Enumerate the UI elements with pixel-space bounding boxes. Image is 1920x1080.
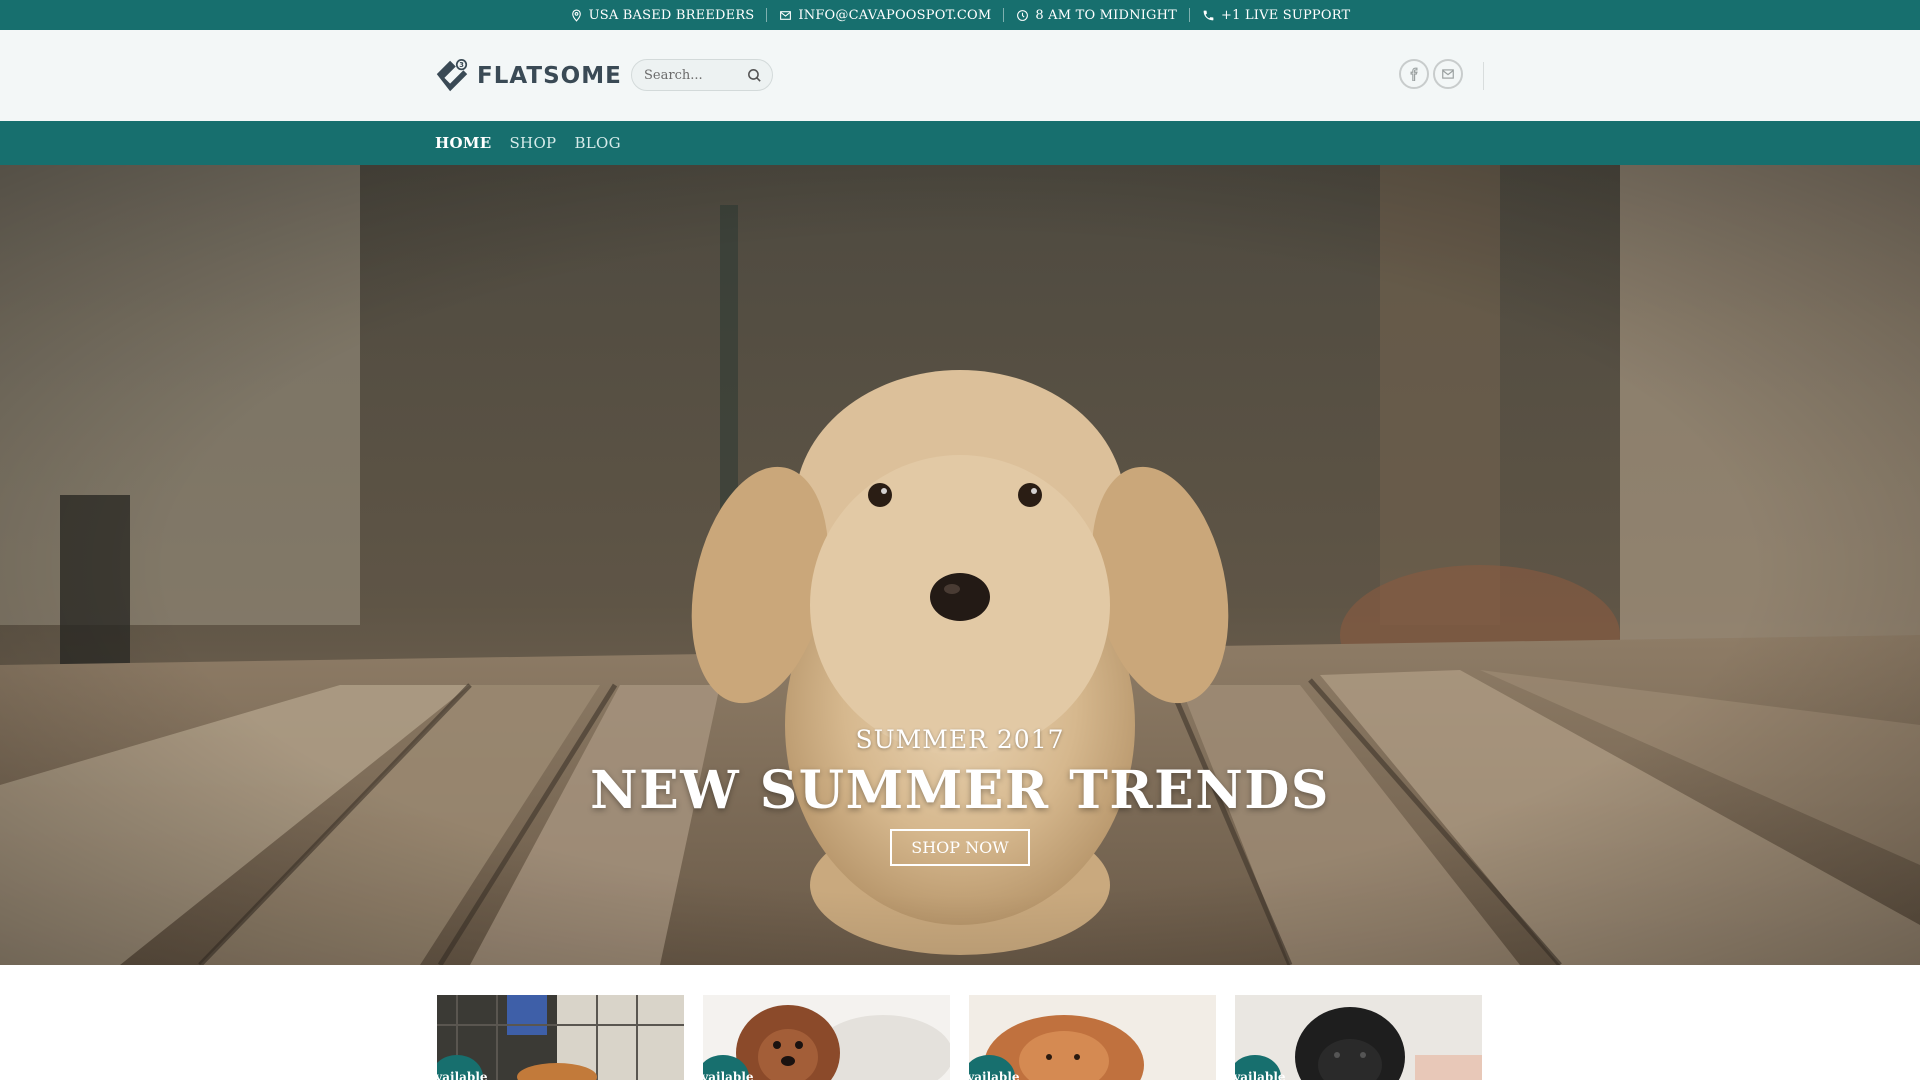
logo-text: FLATSOME (477, 63, 622, 89)
topbar-item-email[interactable]: INFO@CAVAPOOSPOT.COM (779, 8, 991, 23)
topbar-email-text[interactable]: INFO@CAVAPOOSPOT.COM (798, 8, 991, 23)
topbar-divider (766, 8, 768, 22)
product-card[interactable]: Available (1235, 995, 1482, 1080)
hero-subtitle: SUMMER 2017 (855, 725, 1065, 754)
product-grid: Available Available Available Av (0, 965, 1920, 1080)
flatsome-logo-icon: 3 (436, 58, 468, 92)
topbar-divider (1189, 8, 1191, 22)
topbar-item-hours: 8 AM TO MIDNIGHT (1016, 8, 1177, 23)
main-nav: HOME SHOP BLOG (0, 121, 1920, 165)
topbar-phone-text[interactable]: +1 LIVE SUPPORT (1221, 8, 1350, 23)
shop-now-button[interactable]: SHOP NOW (890, 829, 1030, 866)
facebook-icon (1410, 67, 1418, 81)
site-header: 3 FLATSOME (0, 30, 1920, 121)
topbar-hours-text: 8 AM TO MIDNIGHT (1035, 7, 1178, 23)
site-logo[interactable]: 3 FLATSOME (433, 56, 622, 96)
product-card[interactable]: Available (437, 995, 684, 1080)
clock-icon (1017, 9, 1029, 21)
svg-text:3: 3 (459, 61, 464, 69)
topbar-item-location: USA BASED BREEDERS (570, 8, 755, 23)
nav-item-shop[interactable]: SHOP (509, 134, 556, 152)
hero-title: NEW SUMMER TRENDS (590, 760, 1330, 821)
social-icons (1399, 59, 1463, 89)
phone-icon (1203, 10, 1214, 20)
top-info-bar: USA BASED BREEDERS INFO@CAVAPOOSPOT.COM … (0, 0, 1920, 30)
envelope-icon (780, 10, 792, 20)
topbar-divider (1003, 8, 1005, 22)
hero-banner: SUMMER 2017 NEW SUMMER TRENDS SHOP NOW (0, 165, 1920, 965)
nav-item-blog[interactable]: BLOG (574, 134, 620, 152)
hero-text-block: SUMMER 2017 NEW SUMMER TRENDS SHOP NOW (0, 725, 1920, 866)
email-icon (1442, 69, 1454, 79)
facebook-button[interactable] (1399, 59, 1429, 89)
search-box (631, 59, 773, 91)
product-card[interactable]: Available (703, 995, 950, 1080)
email-button[interactable] (1433, 59, 1463, 89)
topbar-item-phone[interactable]: +1 LIVE SUPPORT (1202, 8, 1350, 23)
map-pin-icon (571, 9, 581, 22)
topbar-location-text: USA BASED BREEDERS (588, 7, 755, 23)
product-card[interactable]: Available (969, 995, 1216, 1080)
header-divider (1483, 62, 1484, 90)
nav-item-home[interactable]: HOME (435, 134, 491, 152)
search-icon[interactable] (746, 67, 763, 84)
search-input[interactable] (642, 66, 746, 84)
